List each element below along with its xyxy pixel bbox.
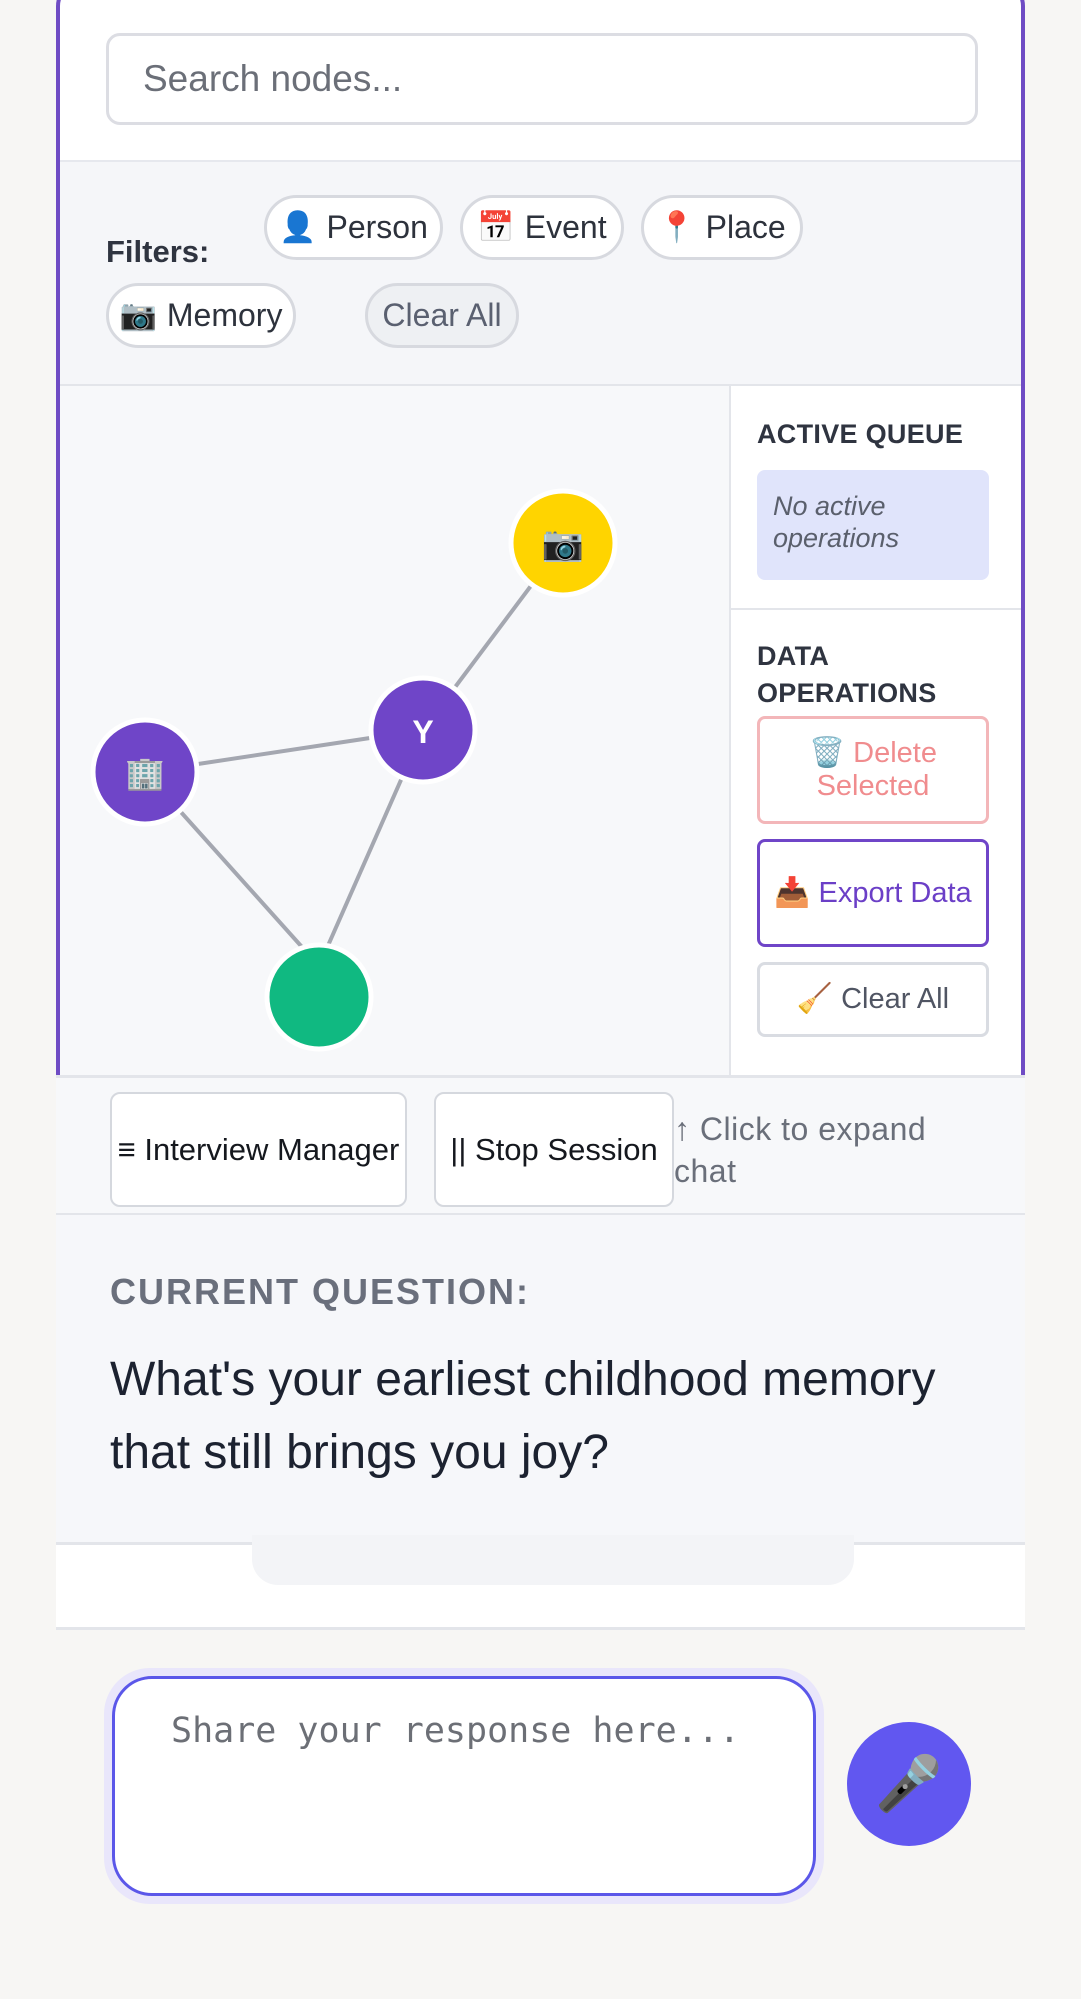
response-textarea[interactable] xyxy=(112,1676,816,1896)
stop-session-button[interactable]: || Stop Session xyxy=(434,1092,674,1207)
chip-label: Place xyxy=(705,209,786,245)
graph-node-memory[interactable]: 📷 xyxy=(508,488,618,598)
clear-all-button[interactable]: 🧹 Clear All xyxy=(757,962,989,1037)
current-question-label: CURRENT QUESTION: xyxy=(110,1271,530,1312)
filter-chip-event[interactable]: 📅 Event xyxy=(460,195,624,260)
divider xyxy=(731,608,1021,610)
graph-card: Filters: 👤 Person 📅 Event 📍 Place 📷 Memo… xyxy=(56,0,1025,1075)
person-icon: 👤 xyxy=(279,211,317,244)
camera-icon: 📷 xyxy=(119,299,157,332)
filter-chip-person[interactable]: 👤 Person xyxy=(264,195,443,260)
graph-node-event[interactable] xyxy=(264,942,374,1052)
current-question-text: What's your earliest childhood memory th… xyxy=(110,1353,936,1479)
graph-svg: 📷 Y 🏢 xyxy=(90,488,618,1052)
graph-node-place[interactable]: 🏢 xyxy=(90,717,200,827)
session-toolbar: ≡ Interview Manager || Stop Session ↑ Cl… xyxy=(56,1075,1025,1215)
search-input[interactable] xyxy=(106,33,978,125)
expand-chat-hint[interactable]: ↑ Click to expand chat xyxy=(674,1108,994,1192)
building-icon: 🏢 xyxy=(125,755,165,791)
filters-label: Filters: xyxy=(106,234,210,269)
graph-canvas[interactable]: 📷 Y 🏢 xyxy=(60,386,729,1075)
microphone-button[interactable]: 🎤 xyxy=(847,1722,971,1846)
chat-bubble xyxy=(252,1535,854,1585)
clear-filters-button[interactable]: Clear All xyxy=(365,283,519,348)
filter-bar: Filters: 👤 Person 📅 Event 📍 Place 📷 Memo… xyxy=(60,162,1021,386)
chip-label: Memory xyxy=(166,297,283,333)
current-question-panel: CURRENT QUESTION: What's your earliest c… xyxy=(56,1215,1025,1545)
calendar-icon: 📅 xyxy=(477,211,515,244)
response-area xyxy=(104,1668,824,1904)
camera-icon: 📷 xyxy=(542,525,584,563)
data-operations-title: DATA OPERATIONS xyxy=(757,641,937,708)
interview-manager-button[interactable]: ≡ Interview Manager xyxy=(110,1092,407,1207)
microphone-icon: 🎤 xyxy=(875,1753,943,1814)
pin-icon: 📍 xyxy=(658,211,696,244)
export-data-button[interactable]: 📥 Export Data xyxy=(757,839,989,947)
chip-label: Event xyxy=(524,209,607,245)
chip-label: Person xyxy=(326,209,428,245)
graph-node-you[interactable]: Y xyxy=(368,675,478,785)
filter-chip-memory[interactable]: 📷 Memory xyxy=(106,283,296,348)
queue-title: ACTIVE QUEUE xyxy=(757,419,964,449)
node-initial: Y xyxy=(412,714,433,750)
search-bar xyxy=(60,0,1021,162)
chat-history[interactable] xyxy=(56,1535,1025,1630)
queue-empty-message: No active operations xyxy=(757,470,989,580)
filter-chip-place[interactable]: 📍 Place xyxy=(641,195,803,260)
delete-selected-button[interactable]: 🗑️ Delete Selected xyxy=(757,716,989,824)
side-panel: ACTIVE QUEUE No active operations DATA O… xyxy=(729,386,1021,1075)
